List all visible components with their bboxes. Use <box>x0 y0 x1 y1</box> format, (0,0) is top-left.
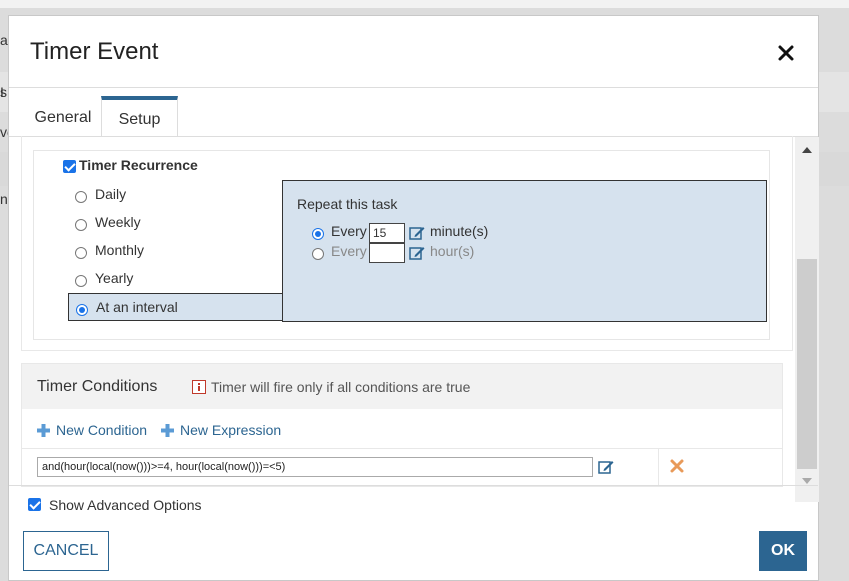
interval-option[interactable]: At an interval <box>68 293 283 321</box>
label-daily: Daily <box>95 186 127 202</box>
dialog-title: Timer Event <box>30 38 159 65</box>
timer-recurrence-checkbox[interactable] <box>63 160 76 173</box>
header-divider <box>9 87 818 88</box>
plus-icon[interactable] <box>161 424 174 437</box>
timer-recurrence-label: Timer Recurrence <box>79 157 198 173</box>
scroll-up-icon[interactable] <box>802 147 812 153</box>
cancel-button[interactable]: CANCEL <box>23 531 109 571</box>
edit-icon[interactable] <box>409 246 425 260</box>
info-icon <box>192 380 206 394</box>
every-hours-label: Every <box>331 243 367 259</box>
every-minutes-label: Every <box>331 223 367 239</box>
edit-icon[interactable] <box>409 226 425 240</box>
label-weekly: Weekly <box>95 214 141 230</box>
hours-input[interactable] <box>369 243 405 263</box>
plus-icon[interactable] <box>37 424 50 437</box>
background-text: s <box>0 84 7 100</box>
label-monthly: Monthly <box>95 242 145 258</box>
show-advanced-checkbox[interactable] <box>28 498 41 511</box>
close-icon[interactable] <box>775 42 797 64</box>
condition-expression-input[interactable] <box>37 457 593 477</box>
ok-button[interactable]: OK <box>759 531 807 571</box>
column-divider <box>658 449 659 486</box>
conditions-title: Timer Conditions <box>37 378 158 395</box>
scrollbar[interactable] <box>795 137 819 502</box>
timer-event-dialog: Timer Event General Setup Timer Recurren… <box>8 15 819 581</box>
radio-every-hours[interactable] <box>312 248 324 260</box>
row-divider <box>22 448 782 449</box>
radio-daily[interactable] <box>75 191 87 203</box>
radio-monthly[interactable] <box>75 247 87 259</box>
conditions-info: Timer will fire only if all conditions a… <box>211 379 471 395</box>
label-at-interval: At an interval <box>96 299 178 315</box>
tab-general[interactable]: General <box>19 96 107 136</box>
show-advanced-label: Show Advanced Options <box>49 497 202 513</box>
conditions-header: Timer Conditions Timer will fire only if… <box>22 364 782 409</box>
scrollbar-thumb[interactable] <box>797 259 817 469</box>
delete-icon[interactable] <box>669 458 685 474</box>
new-expression-link[interactable]: New Expression <box>180 422 281 438</box>
tab-setup[interactable]: Setup <box>101 96 178 137</box>
background-row <box>0 0 849 8</box>
repeat-title: Repeat this task <box>297 196 398 212</box>
repeat-settings-panel: Repeat this task Every minute(s) Every h… <box>282 180 767 322</box>
edit-icon[interactable] <box>598 460 614 474</box>
radio-every-minutes[interactable] <box>312 228 324 240</box>
radio-at-interval[interactable] <box>76 304 88 316</box>
timer-conditions-panel: Timer Conditions Timer will fire only if… <box>21 363 783 487</box>
hours-unit: hour(s) <box>430 243 475 259</box>
radio-yearly[interactable] <box>75 275 87 287</box>
footer-divider <box>9 485 818 486</box>
minutes-input[interactable] <box>369 223 405 243</box>
scroll-down-icon[interactable] <box>802 478 812 484</box>
new-condition-link[interactable]: New Condition <box>56 422 147 438</box>
background-text: a <box>0 32 8 48</box>
minutes-unit: minute(s) <box>430 223 489 239</box>
radio-weekly[interactable] <box>75 219 87 231</box>
label-yearly: Yearly <box>95 270 134 286</box>
